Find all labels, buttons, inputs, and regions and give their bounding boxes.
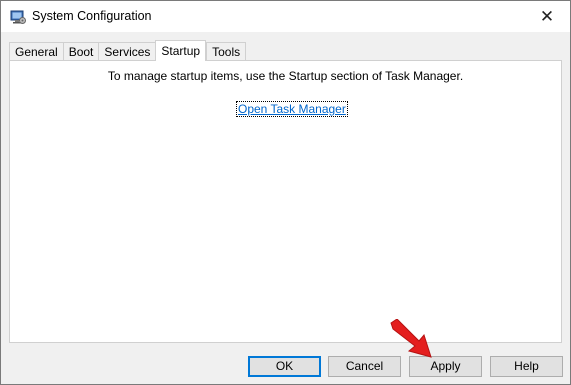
title-bar[interactable]: System Configuration ✕ (1, 1, 570, 32)
help-button[interactable]: Help (490, 356, 563, 377)
system-configuration-icon (10, 9, 26, 25)
cancel-button[interactable]: Cancel (328, 356, 401, 377)
system-configuration-window: System Configuration ✕ General Boot Serv… (0, 0, 571, 385)
tab-services[interactable]: Services (98, 42, 156, 61)
tab-startup[interactable]: Startup (155, 40, 207, 61)
tab-tools[interactable]: Tools (206, 42, 247, 61)
startup-info-message: To manage startup items, use the Startup… (107, 69, 464, 83)
window-title: System Configuration (32, 9, 152, 23)
close-button[interactable]: ✕ (524, 1, 570, 32)
ok-button[interactable]: OK (248, 356, 321, 377)
apply-button[interactable]: Apply (409, 356, 482, 377)
open-task-manager-link[interactable]: Open Task Manager (236, 101, 348, 117)
red-arrow-annotation-icon (390, 319, 432, 358)
tab-boot[interactable]: Boot (62, 42, 99, 61)
tab-strip: General Boot Services Startup Tools (9, 40, 247, 61)
tab-general[interactable]: General (9, 42, 63, 61)
startup-tab-panel: To manage startup items, use the Startup… (9, 60, 562, 343)
